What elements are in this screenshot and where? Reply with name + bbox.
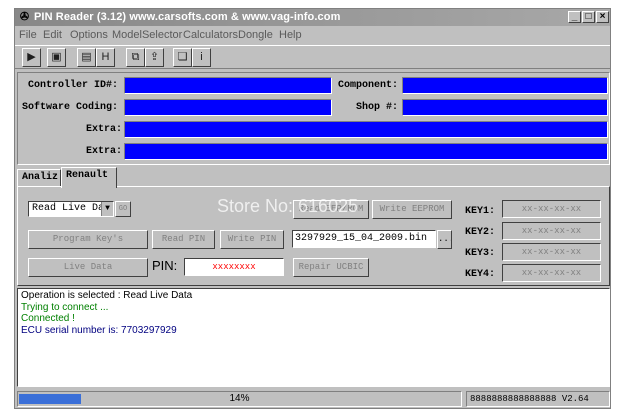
status-bar: 14% 8888888888888888 V2.64 [15,389,610,409]
window-title: PIN Reader (3.12) www.carsofts.com & www… [34,11,341,23]
file-path-value: 3297929_15_04_2009.bin [295,233,428,244]
software-coding-field [124,99,332,116]
pin-field[interactable]: xxxxxxxx [184,258,284,276]
menu-options[interactable]: Options [70,29,108,41]
mode-select[interactable]: Read Live Dat ▼ [28,201,114,217]
extra-field-1 [124,121,608,138]
ecu-info-panel: Controller ID#: Component: Software Codi… [17,72,610,165]
copy-icon[interactable]: ⧉ [126,48,145,67]
close-button[interactable]: × [596,11,609,23]
menu-file[interactable]: File [19,29,37,41]
export-icon[interactable]: ⇪ [145,48,164,67]
maximize-button[interactable]: □ [582,11,595,23]
minimize-button[interactable]: _ [568,11,581,23]
key3-label: KEY3: [465,248,496,259]
menu-modelselector[interactable]: ModelSelector [112,29,182,41]
play-icon[interactable]: ▶ [22,48,41,67]
chevron-down-icon[interactable]: ▼ [101,202,113,216]
mode-select-value: Read Live Dat [32,203,111,214]
serial-version-label: 8888888888888888 V2.64 [466,391,610,407]
operation-log[interactable]: Operation is selected : Read Live Data T… [17,288,610,387]
key1-field: xx-xx-xx-xx [502,200,601,218]
tab-analiz[interactable]: Analiz [17,169,61,187]
title-bar[interactable]: ✇ PIN Reader (3.12) www.carsofts.com & w… [15,9,610,26]
log-line: Operation is selected : Read Live Data [21,290,193,301]
pin-label: PIN: [152,258,178,273]
software-coding-label: Software Coding: [22,102,119,113]
write-eeprom-button[interactable]: Write EEPROM [372,200,452,219]
picture-icon[interactable]: ▣ [47,48,66,67]
key1-label: KEY1: [465,206,496,217]
info-icon[interactable]: i [192,48,211,67]
key3-field: xx-xx-xx-xx [502,243,601,261]
key2-field: xx-xx-xx-xx [502,222,601,240]
menu-bar: File Edit Options ModelSelector Calculat… [15,27,610,44]
write-pin-button[interactable]: Write PIN [220,230,284,249]
extra-label-1: Extra: [86,124,123,135]
component-label: Component: [338,80,399,91]
controller-id-field [124,77,332,94]
pin-value: xxxxxxxx [212,262,256,272]
chip-icon[interactable]: ▤ [77,48,96,67]
app-window: ✇ PIN Reader (3.12) www.carsofts.com & w… [14,8,611,409]
extra-label-2: Extra: [86,146,123,157]
log-line: Connected ! [21,313,75,324]
browse-button[interactable]: ... [437,230,452,249]
tab-renault[interactable]: Renault [61,167,117,188]
go-button[interactable]: GO [115,201,131,217]
progress-bar: 14% [17,391,462,407]
menu-help[interactable]: Help [279,29,302,41]
app-logo-icon: ✇ [19,11,30,23]
shop-field [402,99,608,116]
read-eep-rom-button[interactable]: Read EEP/ROM [293,200,369,219]
progress-text: 14% [229,393,250,404]
menu-dongle[interactable]: Dongle [238,29,273,41]
program-keys-button[interactable]: Program Key's [28,230,148,249]
key2-label: KEY2: [465,227,496,238]
renault-panel: Read Live Dat ▼ GO Read EEP/ROM Write EE… [17,186,610,286]
menu-calculators[interactable]: Calculators [183,29,238,41]
key4-field: xx-xx-xx-xx [502,264,601,282]
read-pin-button[interactable]: Read PIN [152,230,215,249]
menu-edit[interactable]: Edit [43,29,62,41]
book-icon[interactable]: ❏ [173,48,192,67]
repair-ucbic-button[interactable]: Repair UCBIC [293,258,369,277]
shop-label: Shop #: [356,102,399,113]
log-line: ECU serial number is: 7703297929 [21,324,177,336]
extra-field-2 [124,143,608,160]
log-line: Trying to connect ... [21,301,109,313]
toolbar: ▶ ▣ ▤ H ⧉ ⇪ ❏ i [15,45,610,69]
controller-id-label: Controller ID#: [28,80,119,91]
file-path-field[interactable]: 3297929_15_04_2009.bin [292,230,436,248]
hex-icon[interactable]: H [96,48,115,67]
live-data-button[interactable]: Live Data [28,258,148,277]
component-field [402,77,608,94]
key4-label: KEY4: [465,269,496,280]
